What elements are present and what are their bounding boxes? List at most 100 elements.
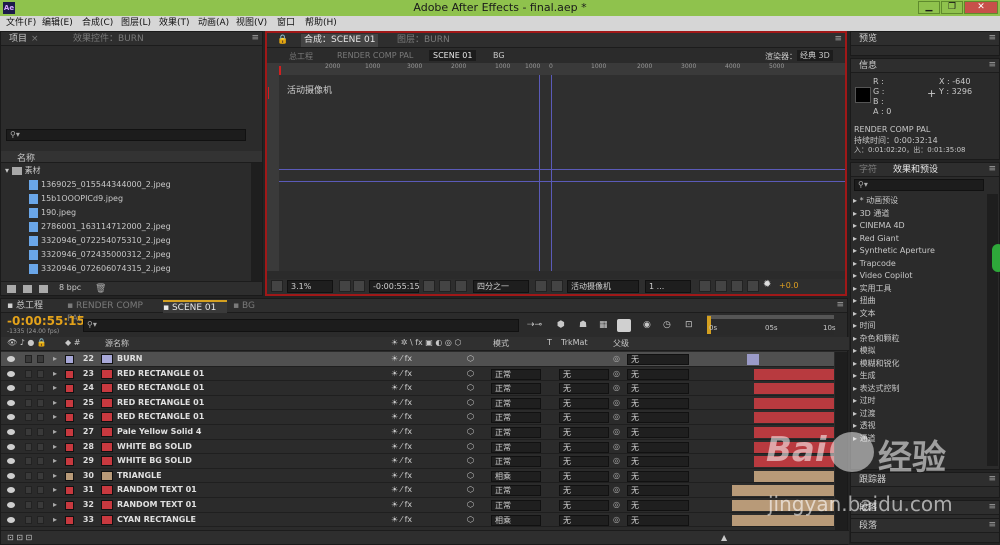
file-row[interactable]: 1369025_015544344000_2.jpeg	[29, 178, 171, 192]
layer-duration-bar[interactable]	[754, 368, 834, 380]
3d-layer-icon[interactable]: ⬡	[467, 498, 474, 512]
layer-row[interactable]: ▸ 27 Pale Yellow Solid 4 ☀ ⁄ fx ⬡ 正常 无 ◎ 无	[1, 425, 834, 440]
renderer-select[interactable]: 经典 3D	[797, 50, 833, 61]
solo-switch[interactable]	[25, 413, 32, 422]
layer-row[interactable]: ▸ 28 WHITE BG SOLID ☀ ⁄ fx ⬡ 正常 无 ◎ 无	[1, 440, 834, 455]
mask-visibility-icon[interactable]	[353, 280, 365, 292]
solo-switch[interactable]	[25, 442, 32, 451]
layer-duration-bar[interactable]	[754, 383, 834, 395]
menu-animation[interactable]: 动画(A)	[198, 17, 229, 30]
solo-switch[interactable]	[25, 428, 32, 436]
lock-switch[interactable]	[37, 471, 44, 480]
solo-switch[interactable]	[25, 486, 32, 495]
blend-mode-select[interactable]: 正常	[491, 500, 541, 511]
menu-help[interactable]: 帮助(H)	[305, 17, 337, 30]
bpc-label[interactable]: 8 bpc	[59, 283, 81, 292]
layer-row[interactable]: ▸ 26 RED RECTANGLE 01 ☀ ⁄ fx ⬡ 正常 无 ◎ 无	[1, 410, 834, 425]
parent-select[interactable]: 无	[627, 383, 689, 395]
solo-switch[interactable]	[25, 501, 32, 509]
layer-switches-icons[interactable]: ☀ ⁄ fx	[391, 440, 412, 454]
label-color-swatch[interactable]	[65, 486, 74, 496]
parent-select[interactable]: 无	[627, 441, 689, 453]
mode-header[interactable]: 模式	[493, 338, 509, 349]
file-row[interactable]: 3320946_072254075310_2.jpeg	[29, 234, 171, 248]
3d-layer-icon[interactable]: ⬡	[467, 440, 474, 454]
layer-switches-icons[interactable]: ☀ ⁄ fx	[391, 367, 412, 381]
layer-switches-icons[interactable]: ☀ ⁄ fx	[391, 396, 412, 410]
restore-button[interactable]: ❐	[941, 1, 963, 14]
layer-name[interactable]: Pale Yellow Solid 4	[117, 425, 201, 439]
trkmat-select[interactable]: 无	[559, 514, 609, 526]
visibility-eye-icon[interactable]	[7, 370, 15, 377]
file-row[interactable]: 190.jpeg	[29, 206, 76, 220]
layer-row[interactable]: ▸ 33 CYAN RECTANGLE ☀ ⁄ fx ⬡ 相乘 无 ◎ 无	[1, 513, 834, 528]
snapshot-icon[interactable]	[423, 280, 435, 292]
lock-switch[interactable]	[37, 355, 44, 363]
pick-whip-icon[interactable]: ◎	[613, 410, 620, 424]
parent-select[interactable]: 无	[627, 485, 689, 497]
layer-switches-icons[interactable]: ☀ ⁄ fx	[391, 469, 412, 483]
menu-window[interactable]: 窗口	[277, 17, 295, 30]
pick-whip-icon[interactable]: ◎	[613, 381, 620, 395]
trkmat-select[interactable]: 无	[559, 470, 609, 482]
expand-arrow-icon[interactable]: ▸	[53, 498, 57, 512]
layer-duration-bar[interactable]	[754, 397, 834, 409]
solo-switch[interactable]	[25, 471, 32, 480]
brainstorm-icon[interactable]: ⊡	[685, 320, 693, 330]
solo-switch[interactable]	[25, 515, 32, 524]
blend-mode-select[interactable]: 正常	[491, 485, 541, 497]
layer-name[interactable]: RANDOM TEXT 01	[117, 498, 197, 512]
parent-select[interactable]: 无	[627, 514, 689, 526]
project-search-input[interactable]: ⚲▾	[6, 129, 246, 141]
layer-switches-icons[interactable]: ☀ ⁄ fx	[391, 454, 412, 468]
timeline-icon[interactable]	[731, 280, 743, 292]
timeline-search-input[interactable]: ⚲▾	[83, 319, 519, 332]
close-button[interactable]: ✕	[964, 1, 998, 14]
effects-search-input[interactable]: ⚲▾	[854, 179, 984, 191]
layer-name[interactable]: RED RECTANGLE 01	[117, 367, 204, 381]
flow-item-current[interactable]: SCENE 01	[429, 50, 477, 61]
expand-arrow-icon[interactable]: ▸	[53, 410, 57, 424]
panel-menu-icon[interactable]: ≡	[988, 60, 996, 70]
layer-name[interactable]: WHITE BG SOLID	[117, 440, 192, 454]
comp-mini-flowchart-icon[interactable]: ⇢⊸	[527, 320, 542, 330]
layer-row[interactable]: ▸ 30 TRIANGLE ☀ ⁄ fx ⬡ 相乘 无 ◎ 无	[1, 469, 834, 484]
tab-timeline[interactable]: ▪ 总工程	[7, 300, 73, 313]
expand-arrow-icon[interactable]: ▸	[53, 352, 57, 366]
tab-character[interactable]: 字符	[859, 164, 877, 177]
solo-switch[interactable]	[25, 355, 32, 363]
layer-row[interactable]: ▸ 23 RED RECTANGLE 01 ☀ ⁄ fx ⬡ 正常 无 ◎ 无	[1, 367, 834, 382]
flow-item[interactable]: RENDER COMP PAL	[337, 51, 413, 60]
file-row[interactable]: 15b1OOOPICd9.jpeg	[29, 192, 123, 206]
exposure-value[interactable]: +0.0	[779, 281, 798, 290]
folder-row[interactable]: ▾ 素材	[5, 164, 41, 178]
visibility-eye-icon[interactable]	[7, 472, 15, 479]
flow-item[interactable]: 总工程	[289, 51, 313, 62]
panel-menu-icon[interactable]: ≡	[988, 164, 996, 174]
layer-row[interactable]: ▸ 32 RANDOM TEXT 01 ☀ ⁄ fx ⬡ 正常 无 ◎ 无	[1, 498, 834, 513]
label-color-swatch[interactable]	[65, 457, 74, 467]
lock-switch[interactable]	[37, 398, 44, 407]
visibility-eye-icon[interactable]	[7, 516, 15, 523]
blend-mode-select[interactable]: 正常	[491, 368, 541, 380]
blend-mode-select[interactable]: 正常	[491, 456, 541, 468]
time-ruler[interactable]: 0s 05s 10s	[707, 315, 836, 335]
expand-arrow-icon[interactable]: ▸	[53, 469, 57, 483]
3d-layer-icon[interactable]: ⬡	[467, 410, 474, 424]
layer-row[interactable]: ▸ 24 RED RECTANGLE 01 ☀ ⁄ fx ⬡ 正常 无 ◎ 无	[1, 381, 834, 396]
draft-3d-icon[interactable]: ⬢	[557, 320, 565, 330]
lock-switch[interactable]	[37, 369, 44, 378]
lock-switch[interactable]	[37, 442, 44, 451]
expand-arrow-icon[interactable]: ▸	[53, 425, 57, 439]
layer-name[interactable]: WHITE BG SOLID	[117, 454, 192, 468]
lock-switch[interactable]	[37, 428, 44, 436]
safe-zones-icon[interactable]	[339, 280, 351, 292]
region-of-interest-icon[interactable]	[535, 280, 547, 292]
label-color-swatch[interactable]	[65, 515, 74, 525]
3d-layer-icon[interactable]: ⬡	[467, 425, 474, 439]
t-header[interactable]: T	[547, 338, 552, 347]
menu-file[interactable]: 文件(F)	[6, 17, 36, 30]
layer-name[interactable]: TRIANGLE	[117, 469, 162, 483]
label-color-swatch[interactable]	[65, 501, 74, 510]
timer-icon[interactable]: ◷	[663, 320, 671, 330]
